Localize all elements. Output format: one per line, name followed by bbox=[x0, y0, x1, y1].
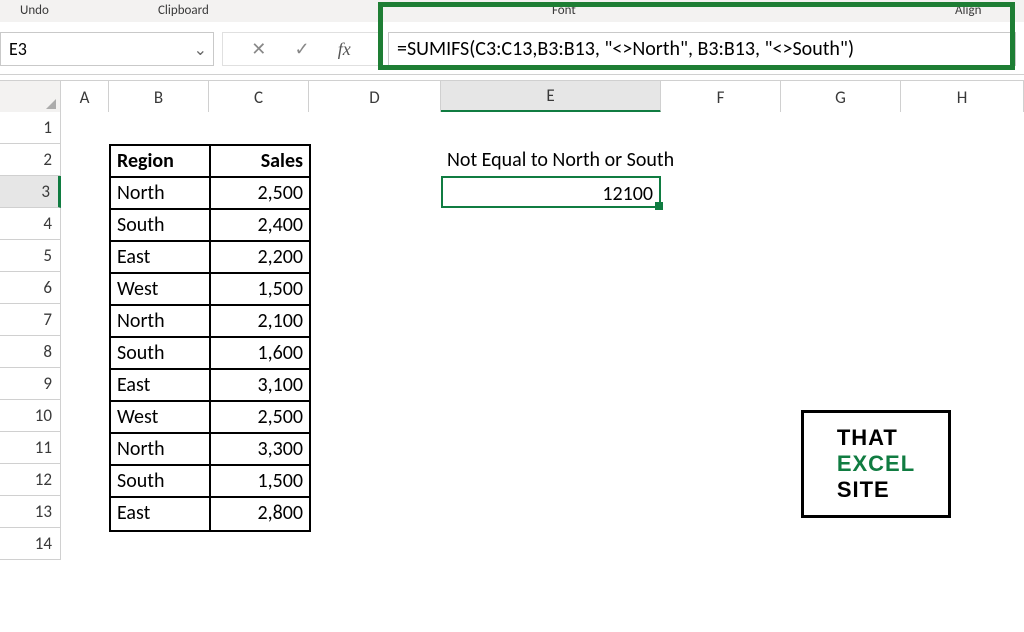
cell-region[interactable]: North bbox=[111, 178, 211, 210]
row-header-1[interactable]: 1 bbox=[0, 112, 61, 144]
row-header-10[interactable]: 10 bbox=[0, 400, 61, 432]
cell-sales[interactable]: 2,500 bbox=[211, 178, 309, 210]
table-row: South 2,400 bbox=[111, 210, 309, 242]
row-header-9[interactable]: 9 bbox=[0, 368, 61, 400]
cell-sales[interactable]: 1,600 bbox=[211, 338, 309, 370]
cell-e3-selected[interactable]: 12100 bbox=[441, 176, 661, 208]
column-headers: A B C D E F G H bbox=[0, 80, 1024, 112]
table-row: South 1,600 bbox=[111, 338, 309, 370]
row-header-6[interactable]: 6 bbox=[0, 272, 61, 304]
row-header-5[interactable]: 5 bbox=[0, 240, 61, 272]
col-header-b[interactable]: B bbox=[109, 81, 209, 113]
cell-region[interactable]: North bbox=[111, 434, 211, 466]
cell-sales[interactable]: 2,200 bbox=[211, 242, 309, 274]
logo-line-2: EXCEL bbox=[837, 451, 915, 477]
ribbon-clipboard-label: Clipboard bbox=[158, 3, 209, 18]
cell-sales[interactable]: 2,800 bbox=[211, 498, 309, 530]
row-header-4[interactable]: 4 bbox=[0, 208, 61, 240]
formula-controls: ✕ ✓ fx bbox=[222, 32, 380, 66]
fx-icon[interactable]: fx bbox=[338, 39, 351, 60]
select-all-corner[interactable] bbox=[0, 81, 61, 113]
table-row: South 1,500 bbox=[111, 466, 309, 498]
ribbon-labels: Undo Clipboard Font Align bbox=[0, 0, 1024, 22]
divider bbox=[0, 74, 1024, 75]
name-box-value: E3 bbox=[9, 38, 27, 60]
cell-sales[interactable]: 3,100 bbox=[211, 370, 309, 402]
ribbon-font-label: Font bbox=[552, 3, 576, 18]
cell-region[interactable]: South bbox=[111, 466, 211, 498]
ribbon-alignment-label: Align bbox=[955, 3, 981, 18]
cell-sales[interactable]: 1,500 bbox=[211, 274, 309, 306]
cell-region[interactable]: West bbox=[111, 402, 211, 434]
logo-line-3: SITE bbox=[837, 477, 915, 503]
header-sales[interactable]: Sales bbox=[211, 146, 309, 178]
table-row: North 3,300 bbox=[111, 434, 309, 466]
row-header-3[interactable]: 3 bbox=[0, 176, 61, 208]
col-header-f[interactable]: F bbox=[661, 81, 781, 113]
fill-handle[interactable] bbox=[655, 202, 663, 210]
col-header-d[interactable]: D bbox=[309, 81, 441, 113]
logo-line-1: THAT bbox=[837, 425, 915, 451]
row-header-11[interactable]: 11 bbox=[0, 432, 61, 464]
cell-region[interactable]: North bbox=[111, 306, 211, 338]
table-row: East 3,100 bbox=[111, 370, 309, 402]
enter-icon[interactable]: ✓ bbox=[295, 38, 310, 60]
cell-region[interactable]: South bbox=[111, 210, 211, 242]
cell-e3-value: 12100 bbox=[602, 182, 653, 206]
header-region[interactable]: Region bbox=[111, 146, 211, 178]
cell-sales[interactable]: 2,500 bbox=[211, 402, 309, 434]
cell-region[interactable]: East bbox=[111, 242, 211, 274]
cell-sales[interactable]: 2,400 bbox=[211, 210, 309, 242]
col-header-e[interactable]: E bbox=[441, 81, 661, 113]
output-label[interactable]: Not Equal to North or South bbox=[447, 148, 674, 172]
table-row: North 2,100 bbox=[111, 306, 309, 338]
data-table: Region Sales North 2,500 South 2,400 Eas… bbox=[109, 144, 311, 532]
row-header-7[interactable]: 7 bbox=[0, 304, 61, 336]
name-box[interactable]: E3 ⌄ bbox=[0, 32, 214, 66]
table-row: East 2,800 bbox=[111, 498, 309, 530]
table-row: West 2,500 bbox=[111, 402, 309, 434]
table-row: East 2,200 bbox=[111, 242, 309, 274]
cell-region[interactable]: South bbox=[111, 338, 211, 370]
row-header-14[interactable]: 14 bbox=[0, 528, 61, 560]
row-header-13[interactable]: 13 bbox=[0, 496, 61, 528]
cell-region[interactable]: East bbox=[111, 498, 211, 530]
row-header-8[interactable]: 8 bbox=[0, 336, 61, 368]
table-header-row: Region Sales bbox=[111, 146, 309, 178]
ribbon-undo-label: Undo bbox=[20, 3, 49, 18]
cancel-icon[interactable]: ✕ bbox=[251, 38, 266, 60]
table-row: West 1,500 bbox=[111, 274, 309, 306]
cell-region[interactable]: East bbox=[111, 370, 211, 402]
col-header-c[interactable]: C bbox=[209, 81, 309, 113]
formula-bar-input[interactable] bbox=[388, 32, 1016, 66]
chevron-down-icon[interactable]: ⌄ bbox=[194, 40, 207, 60]
col-header-g[interactable]: G bbox=[781, 81, 901, 113]
cell-sales[interactable]: 2,100 bbox=[211, 306, 309, 338]
row-header-2[interactable]: 2 bbox=[0, 144, 61, 176]
row-header-12[interactable]: 12 bbox=[0, 464, 61, 496]
cell-sales[interactable]: 1,500 bbox=[211, 466, 309, 498]
formula-bar-row: E3 ⌄ ✕ ✓ fx bbox=[0, 28, 1024, 70]
cell-region[interactable]: West bbox=[111, 274, 211, 306]
site-logo: THAT EXCEL SITE bbox=[801, 410, 951, 518]
col-header-h[interactable]: H bbox=[901, 81, 1024, 113]
col-header-a[interactable]: A bbox=[61, 81, 109, 113]
cell-sales[interactable]: 3,300 bbox=[211, 434, 309, 466]
table-row: North 2,500 bbox=[111, 178, 309, 210]
